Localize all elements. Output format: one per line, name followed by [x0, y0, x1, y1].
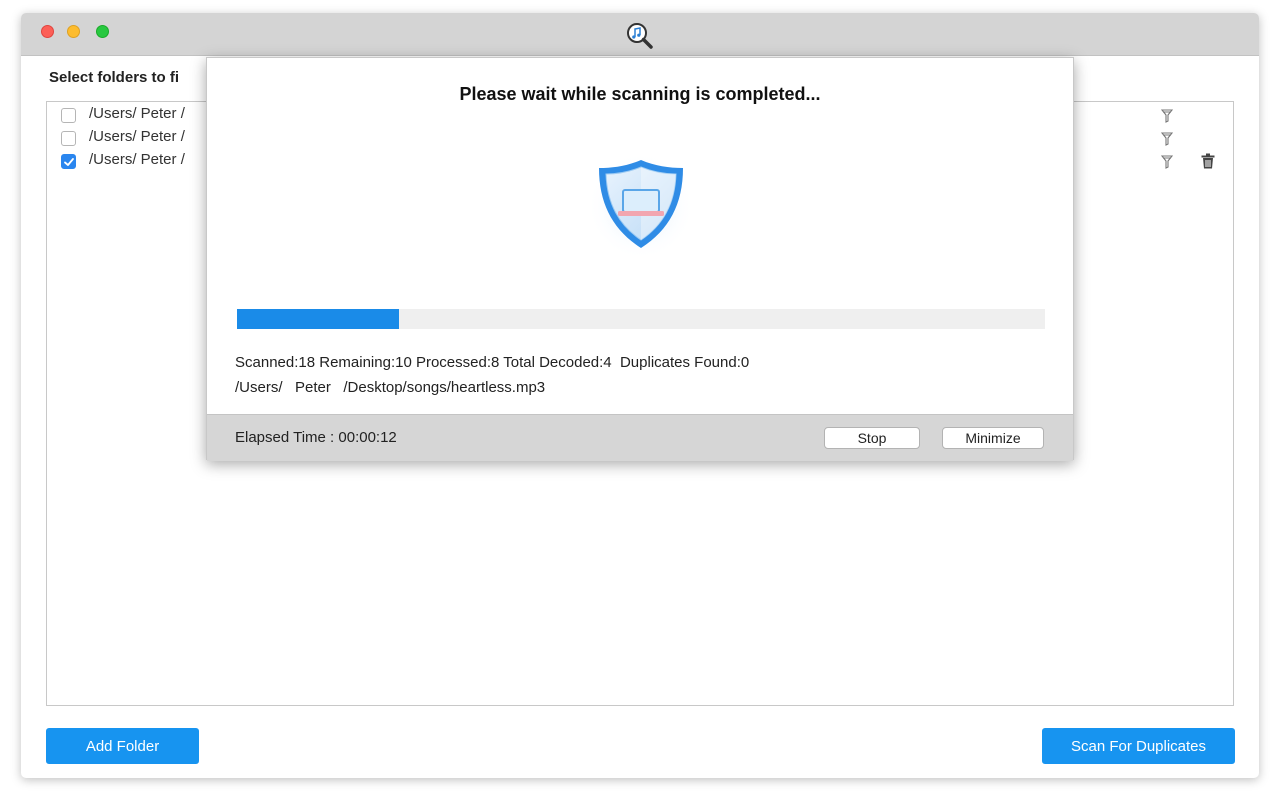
title-bar: [21, 13, 1259, 56]
filter-icon[interactable]: [1161, 132, 1173, 146]
scanning-dialog: Please wait while scanning is completed.…: [206, 57, 1074, 461]
shield-laptop-icon: [587, 152, 695, 260]
trash-icon[interactable]: [1201, 153, 1215, 169]
filter-icon[interactable]: [1161, 109, 1173, 123]
minimize-button[interactable]: Minimize: [942, 427, 1044, 449]
current-file-path: /Users/ Peter /Desktop/songs/heartless.m…: [235, 379, 546, 396]
folder-path: /Users/ Peter /: [89, 151, 185, 168]
minimize-window-button[interactable]: [67, 25, 80, 38]
dialog-footer: Elapsed Time : 00:00:12 Stop Minimize: [207, 414, 1073, 461]
scan-stats: Scanned:18 Remaining:10 Processed:8 Tota…: [235, 354, 750, 371]
scan-progress-bar: [237, 309, 1045, 329]
filter-icon[interactable]: [1161, 155, 1173, 169]
folder-path: /Users/ Peter /: [89, 128, 185, 145]
progress-fill: [237, 309, 399, 329]
select-folders-heading: Select folders to fi: [49, 69, 180, 86]
scan-for-duplicates-button[interactable]: Scan For Duplicates: [1042, 728, 1235, 764]
folder-path: /Users/ Peter /: [89, 105, 185, 122]
maximize-window-button[interactable]: [96, 25, 109, 38]
folder-checkbox[interactable]: [61, 108, 76, 123]
folder-checkbox[interactable]: [61, 154, 76, 169]
add-folder-button[interactable]: Add Folder: [46, 728, 199, 764]
elapsed-time: Elapsed Time : 00:00:12: [235, 429, 397, 446]
close-window-button[interactable]: [41, 25, 54, 38]
checkmark-icon: [64, 158, 74, 166]
dialog-title: Please wait while scanning is completed.…: [459, 84, 821, 104]
music-search-icon: [627, 23, 653, 49]
stop-button[interactable]: Stop: [824, 427, 920, 449]
folder-checkbox[interactable]: [61, 131, 76, 146]
